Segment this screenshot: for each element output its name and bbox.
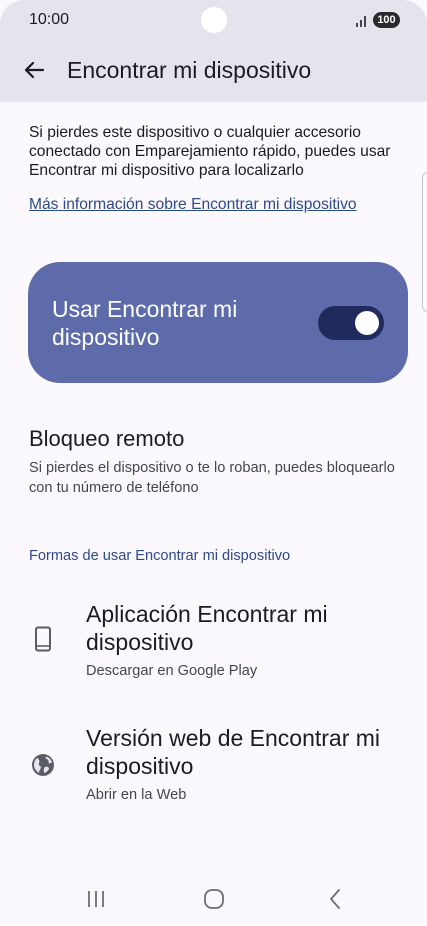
nav-back-button[interactable]	[320, 884, 350, 914]
header: 10:00 100 Encontrar mi dispositivo	[0, 0, 427, 102]
switch-thumb	[355, 311, 379, 335]
status-time: 10:00	[29, 11, 70, 28]
list-item-title: Versión web de Encontrar mi dispositivo	[86, 725, 381, 779]
back-button[interactable]	[16, 52, 52, 88]
navigation-bar	[0, 860, 427, 926]
battery-icon: 100	[373, 12, 400, 28]
remote-lock-item[interactable]: Bloqueo remoto Si pierdes el dispositivo…	[29, 425, 399, 498]
app-bar: Encontrar mi dispositivo	[0, 46, 427, 94]
recents-icon	[88, 891, 104, 907]
section-header: Formas de usar Encontrar mi dispositivo	[29, 548, 291, 564]
status-bar: 10:00 100	[0, 0, 427, 38]
phone-icon	[30, 626, 56, 652]
list-item-text: Aplicación Encontrar mi dispositivo Desc…	[86, 600, 406, 681]
page-title: Encontrar mi dispositivo	[67, 57, 312, 83]
main-toggle-card[interactable]: Usar Encontrar mi dispositivo	[28, 262, 408, 383]
back-icon	[330, 889, 340, 909]
list-item-subtitle: Descargar en Google Play	[86, 663, 258, 679]
signal-icon	[356, 16, 366, 27]
list-item-title: Aplicación Encontrar mi dispositivo	[86, 601, 328, 655]
recents-button[interactable]	[81, 884, 111, 914]
list-item-subtitle: Abrir en la Web	[86, 787, 187, 803]
list-item-app[interactable]: Aplicación Encontrar mi dispositivo Desc…	[0, 600, 427, 690]
arrow-left-icon	[24, 61, 45, 79]
remote-lock-subtitle: Si pierdes el dispositivo o te lo roban,…	[29, 460, 395, 496]
list-item-text: Versión web de Encontrar mi dispositivo …	[86, 724, 406, 805]
home-button[interactable]	[199, 884, 229, 914]
scroll-handle[interactable]	[422, 172, 427, 312]
main-toggle-label: Usar Encontrar mi dispositivo	[52, 296, 238, 350]
more-info-link[interactable]: Más información sobre Encontrar mi dispo…	[29, 195, 357, 214]
camera-cutout	[201, 7, 227, 33]
home-icon	[204, 889, 224, 909]
description-text: Si pierdes este dispositivo o cualquier …	[29, 124, 391, 179]
globe-icon	[30, 752, 56, 778]
remote-lock-title: Bloqueo remoto	[29, 426, 185, 451]
list-item-web[interactable]: Versión web de Encontrar mi dispositivo …	[0, 724, 427, 814]
find-device-switch[interactable]	[318, 306, 384, 340]
